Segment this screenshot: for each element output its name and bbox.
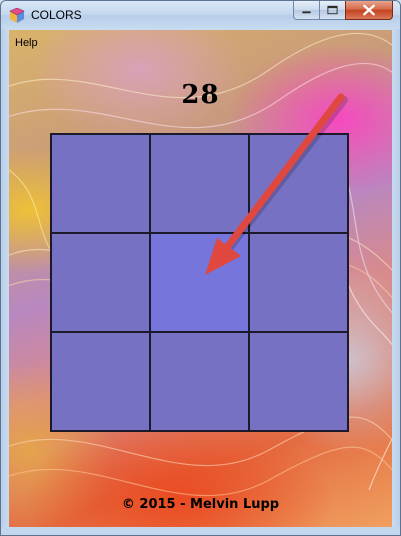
score-display: 28 — [181, 80, 220, 110]
grid-cell[interactable] — [249, 233, 348, 332]
maximize-button[interactable] — [319, 1, 346, 20]
minimize-button[interactable] — [293, 1, 320, 20]
grid-cell[interactable] — [249, 134, 348, 233]
game-area: Help 28 © 2015 - Melvin Lupp — [9, 30, 392, 527]
close-icon — [363, 4, 375, 16]
grid-cell[interactable] — [51, 134, 150, 233]
minimize-icon — [302, 11, 311, 14]
menu-help[interactable]: Help — [15, 37, 38, 49]
copyright-footer: © 2015 - Melvin Lupp — [121, 497, 280, 512]
app-window: COLORS Help 28 © 2015 - Melvin Lupp — [0, 0, 401, 536]
grid-cell[interactable] — [150, 332, 249, 431]
window-border-right — [392, 29, 400, 535]
colors-app-icon — [9, 8, 25, 23]
maximize-icon — [327, 5, 338, 15]
title-bar[interactable]: COLORS — [1, 1, 400, 29]
grid-cell[interactable] — [150, 134, 249, 233]
close-button[interactable] — [345, 1, 393, 20]
window-border-left — [1, 29, 9, 535]
color-grid — [50, 133, 349, 432]
grid-cell-odd[interactable] — [150, 233, 249, 332]
window-title: COLORS — [31, 8, 82, 22]
window-border-bottom — [1, 527, 400, 535]
grid-cell[interactable] — [51, 332, 150, 431]
grid-cell[interactable] — [249, 332, 348, 431]
grid-cell[interactable] — [51, 233, 150, 332]
